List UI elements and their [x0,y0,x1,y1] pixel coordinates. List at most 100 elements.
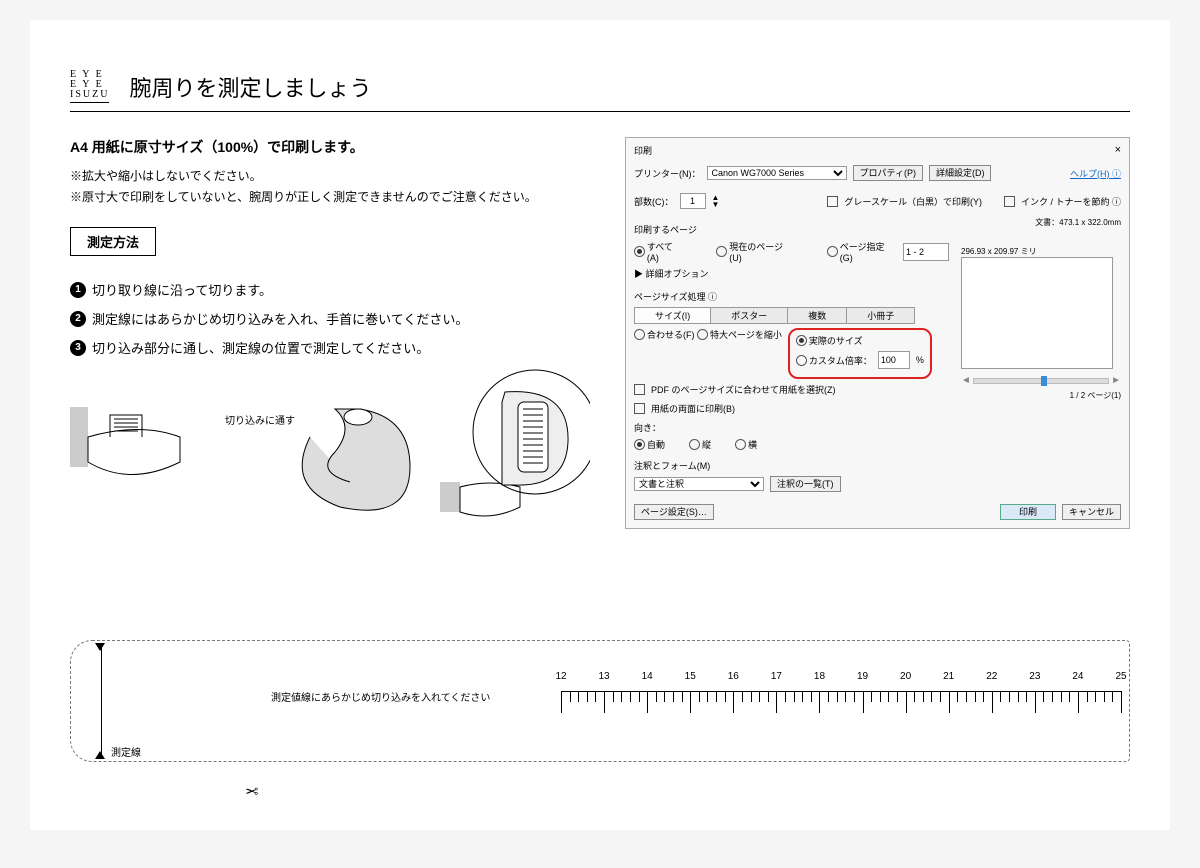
ruler-tick-minor [1104,691,1105,702]
note-text: ※原寸大で印刷をしていないと、腕周りが正しく測定できませんのでご注意ください。 [70,188,595,205]
ruler-tick-minor [725,691,726,702]
comments-section-label: 注釈とフォーム(M) [634,459,949,472]
properties-button[interactable]: プロパティ(P) [853,165,923,181]
radio-all[interactable]: すべて(A) [634,240,685,263]
comments-list-button[interactable]: 注釈の一覧(T) [770,476,841,492]
tab-size[interactable]: サイズ(I) [634,307,710,324]
ruler-note: 測定値線にあらかじめ切り込みを入れてください [271,689,490,704]
ruler-tick-minor [621,691,622,702]
ruler-tick-minor [854,691,855,702]
illustration-label: 切り込みに通す [225,412,295,427]
ruler-tick-major [647,691,648,713]
print-preview [961,257,1113,369]
ruler-tick-minor [931,691,932,702]
grayscale-label: グレースケール（白黒）で印刷(Y) [844,195,982,208]
range-input[interactable] [903,243,949,261]
pages-section-label: 印刷するページ [634,223,949,236]
ruler-tick-minor [1087,691,1088,702]
ruler-tick-minor [759,691,760,702]
ruler-tick-minor [639,691,640,702]
print-dialog-column: 印刷 × プリンター(N)： Canon WG7000 Series プロパティ… [625,137,1130,537]
scale-highlight: 実際のサイズ カスタム倍率： % [788,328,932,379]
ruler-tick-major [1078,691,1079,713]
both-sides-checkbox[interactable] [634,403,645,414]
advanced-button[interactable]: 詳細設定(D) [929,165,992,181]
ruler-tick-major [604,691,605,713]
cut-line: 測定線 測定値線にあらかじめ切り込みを入れてください 1213141516171… [70,640,1130,762]
ruler-tick-major [906,691,907,713]
printer-select[interactable]: Canon WG7000 Series [707,166,847,180]
ruler-tick-minor [1018,691,1019,702]
ruler-tick-label: 18 [814,671,825,682]
tab-poster[interactable]: ポスター [710,307,787,324]
orient-landscape[interactable]: 横 [735,438,757,451]
save-ink-checkbox[interactable] [1004,196,1015,207]
ruler-tick-major [1121,691,1122,713]
ruler-tick-minor [837,691,838,702]
ruler-tick-label: 13 [599,671,610,682]
cancel-button[interactable]: キャンセル [1062,504,1121,520]
ruler-tick-minor [983,691,984,702]
ruler-tick-minor [888,691,889,702]
ruler-tick-minor [699,691,700,702]
radio-shrink[interactable]: 特大ページを縮小 [697,328,782,341]
radio-custom[interactable]: カスタム倍率： [796,354,872,367]
spinner-arrows-icon[interactable]: ▲▼ [712,194,720,208]
ruler-tick-minor [880,691,881,702]
print-button[interactable]: 印刷 [1000,504,1056,520]
ruler-tick-minor [1043,691,1044,702]
ruler-tick-label: 17 [771,671,782,682]
dialog-title: 印刷 [634,144,652,157]
orient-portrait[interactable]: 縦 [689,438,711,451]
ruler-tick-label: 12 [555,671,566,682]
help-link[interactable]: ヘルプ(H) ⓘ [1070,167,1121,180]
step-text: 測定線にはあらかじめ切り込みを入れ、手首に巻いてください。 [92,309,468,328]
copies-input[interactable]: 1 [680,193,706,209]
grayscale-checkbox[interactable] [827,196,838,207]
handling-tabs: サイズ(I) ポスター 複数 小冊子 [634,307,949,324]
ruler-tick-minor [828,691,829,702]
measure-line [101,647,102,755]
radio-fit[interactable]: 合わせる(F) [634,328,695,341]
triangle-up-icon [95,751,105,759]
printer-label: プリンター(N)： [634,167,701,180]
copies-label: 部数(C)： [634,195,674,208]
ruler-cutout: 測定線 測定値線にあらかじめ切り込みを入れてください 1213141516171… [70,640,1130,790]
percent-label: % [916,355,924,365]
ruler-tick-minor [975,691,976,702]
ruler-tick-minor [794,691,795,702]
ruler-tick-minor [673,691,674,702]
page-setup-button[interactable]: ページ設定(S)… [634,504,714,520]
ruler-tick-minor [1095,691,1096,702]
tab-booklet[interactable]: 小冊子 [846,307,915,324]
radio-range[interactable]: ページ指定(G) [827,240,897,263]
custom-scale-input[interactable] [878,351,910,369]
step-text: 切り込み部分に通し、測定線の位置で測定してください。 [92,338,429,357]
ruler-tick-minor [957,691,958,702]
ruler-tick-major [733,691,734,713]
ruler-tick-minor [871,691,872,702]
radio-actual[interactable]: 実際のサイズ [796,334,863,347]
radio-current[interactable]: 現在のページ(U) [716,240,795,263]
ruler-tick-major [776,691,777,713]
ruler-tick-label: 22 [986,671,997,682]
pdf-paper-checkbox[interactable] [634,384,645,395]
comments-select[interactable]: 文書と注釈 [634,477,764,491]
chevron-right-icon[interactable]: ► [1111,375,1121,386]
instruction-heading: A4 用紙に原寸サイズ（100%）で印刷します。 [70,137,595,157]
ruler-tick-minor [966,691,967,702]
ruler-tick-major [949,691,950,713]
both-sides-label: 用紙の両面に印刷(B) [651,402,735,415]
print-dialog: 印刷 × プリンター(N)： Canon WG7000 Series プロパティ… [625,137,1130,529]
tab-multiple[interactable]: 複数 [787,307,846,324]
chevron-left-icon[interactable]: ◄ [961,375,971,386]
ruler-tick-label: 21 [943,671,954,682]
close-icon[interactable]: × [1115,144,1121,157]
orient-auto[interactable]: 自動 [634,438,665,451]
ruler-tick-minor [570,691,571,702]
ruler-tick-label: 25 [1115,671,1126,682]
more-options-toggle[interactable]: ▶ 詳細オプション [634,267,949,280]
ruler-tick-minor [682,691,683,702]
orientation-label: 向き： [634,421,949,434]
preview-slider[interactable]: ◄ ► [961,375,1121,386]
